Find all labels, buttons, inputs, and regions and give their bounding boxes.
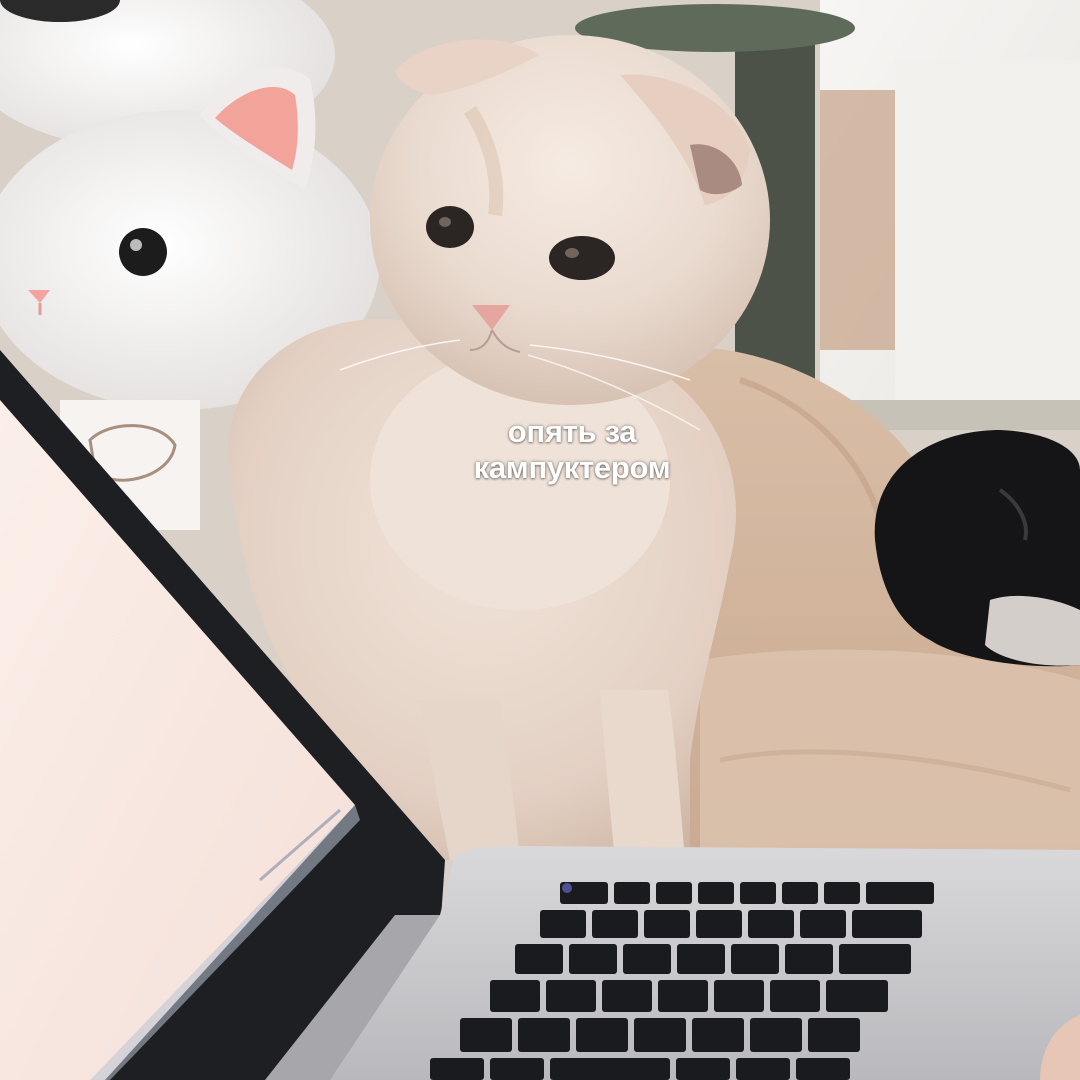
window-glow bbox=[895, 60, 1080, 420]
meme-caption: опять за кампуктером bbox=[392, 414, 752, 486]
headboard bbox=[850, 400, 1080, 430]
caption-line-2: кампуктером bbox=[473, 450, 671, 485]
meme-photo: опять за кампуктером bbox=[0, 0, 1080, 1080]
curtain bbox=[820, 90, 895, 350]
photo-illustration bbox=[0, 0, 1080, 1080]
caption-line-1: опять за bbox=[507, 414, 637, 449]
